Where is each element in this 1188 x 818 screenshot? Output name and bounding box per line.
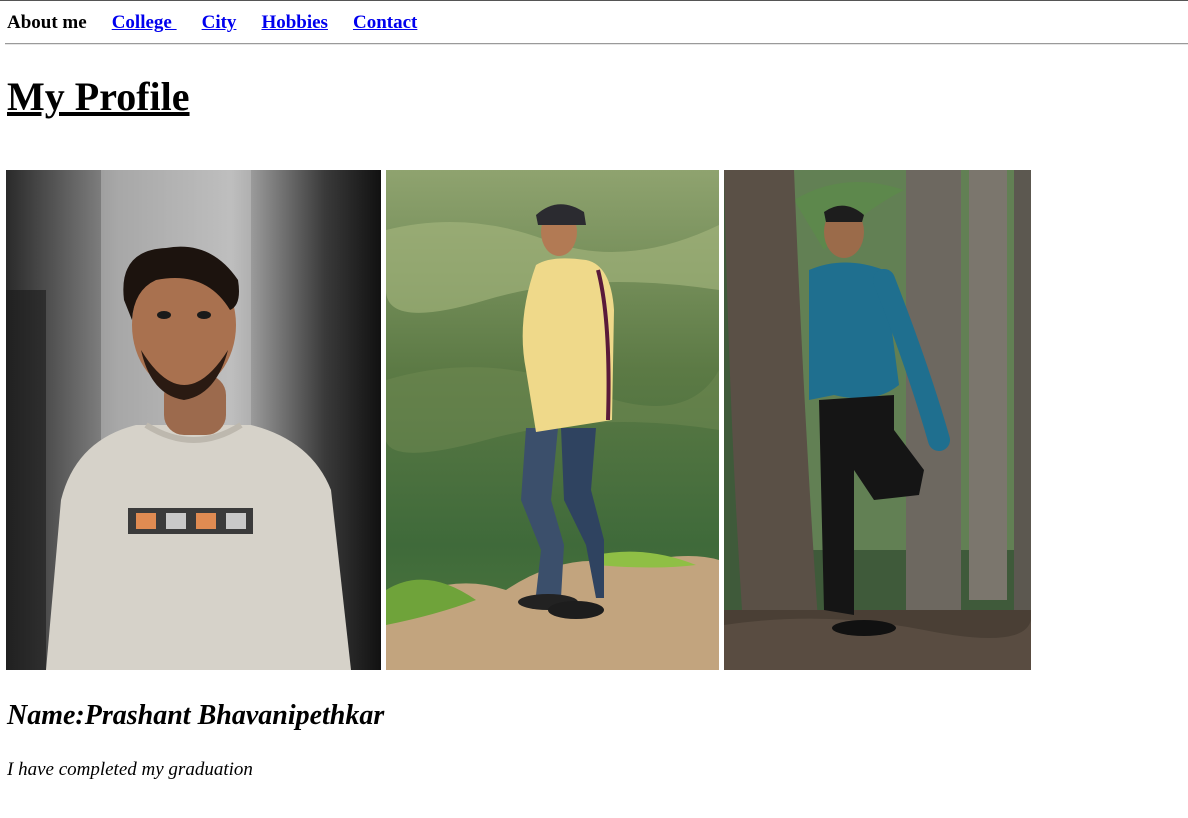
top-border	[0, 0, 1188, 1]
profile-name: Name:Prashant Bhavanipethkar	[7, 700, 385, 731]
nav-divider	[5, 43, 1188, 45]
portrait-photo	[6, 170, 381, 670]
nav-link-city[interactable]: City	[202, 12, 237, 34]
nav-link-contact[interactable]: Contact	[353, 12, 417, 34]
page-title: My Profile	[7, 74, 190, 119]
nav-link-college[interactable]: College	[112, 12, 177, 34]
nav-about-me: About me	[7, 12, 87, 33]
nav-link-hobbies[interactable]: Hobbies	[261, 12, 328, 34]
palm-trees-photo	[724, 170, 1031, 670]
top-nav: About me College City Hobbies Contact	[7, 11, 442, 35]
mountain-photo	[386, 170, 719, 670]
about-description: I have completed my graduation	[7, 759, 253, 780]
